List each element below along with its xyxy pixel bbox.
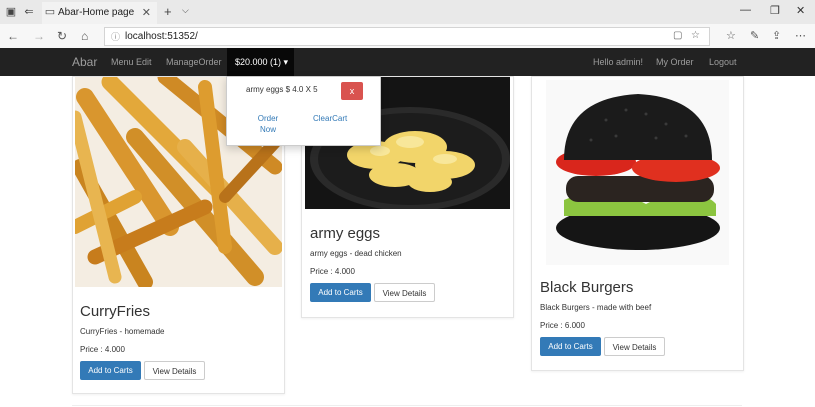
product-description: Black Burgers - made with beef xyxy=(540,303,652,312)
restore-icon[interactable]: ❐ xyxy=(770,4,780,17)
tab-preview-icon[interactable]: ▣ xyxy=(4,5,18,19)
product-price: Price : 4.000 xyxy=(80,345,125,354)
web-note-icon[interactable]: ✎ xyxy=(750,29,759,42)
favorite-star-icon[interactable]: ☆ xyxy=(691,30,700,41)
add-to-cart-button[interactable]: Add to Carts xyxy=(310,283,371,302)
view-details-button[interactable]: View Details xyxy=(604,337,665,356)
minimize-icon[interactable]: — xyxy=(740,4,751,16)
cart-total[interactable]: $20.000 (1) ▾ xyxy=(235,57,288,68)
home-icon[interactable]: ⌂ xyxy=(81,29,88,43)
cart-dropdown-toggle[interactable]: $20.000 (1) ▾ xyxy=(227,48,294,76)
hello-user[interactable]: Hello admin! xyxy=(593,57,643,67)
cart-item: army eggs $ 4.0 X 5 xyxy=(246,85,318,94)
url-text[interactable]: localhost:51352/ xyxy=(125,31,198,42)
product-title: army eggs xyxy=(310,225,381,242)
nav-manage-order[interactable]: ManageOrder xyxy=(166,57,222,67)
add-to-cart-button[interactable]: Add to Carts xyxy=(540,337,601,356)
more-icon[interactable]: ⋯ xyxy=(795,29,806,42)
forward-icon[interactable]: → xyxy=(33,29,45,43)
tab-close-icon[interactable]: ✕ xyxy=(142,6,151,19)
add-to-cart-button[interactable]: Add to Carts xyxy=(80,361,141,380)
nav-menu-edit[interactable]: Menu Edit xyxy=(111,57,152,67)
favorites-hub-icon[interactable]: ☆ xyxy=(726,29,736,42)
divider xyxy=(72,405,742,406)
view-details-button[interactable]: View Details xyxy=(144,361,205,380)
product-description: army eggs - dead chicken xyxy=(310,249,402,258)
reading-view-icon[interactable]: ▢ xyxy=(673,30,682,41)
nav-logout[interactable]: Logout xyxy=(709,57,737,67)
refresh-icon[interactable]: ↻ xyxy=(57,29,67,43)
product-description: CurryFries - homemade xyxy=(80,327,165,336)
product-card: Black Burgers Black Burgers - made with … xyxy=(531,76,744,371)
page-icon: ▭ xyxy=(44,6,56,18)
product-title: Black Burgers xyxy=(540,279,634,296)
address-bar: ← → ↻ ⌂ ⓘ localhost:51352/ ▢ ☆ ☆ ✎ ⇪ ⋯ xyxy=(0,24,815,49)
order-now-link[interactable]: Order Now xyxy=(253,113,283,135)
info-icon[interactable]: ⓘ xyxy=(111,30,120,43)
window-close-icon[interactable]: ✕ xyxy=(796,4,805,17)
remove-item-button[interactable]: x xyxy=(341,82,363,100)
browser-tab-bar: ▣ ⇐ ▭ Abar-Home page ✕ + ⌵ — ❐ ✕ xyxy=(0,0,815,24)
tab-back-icon[interactable]: ⇐ xyxy=(22,5,36,19)
nav-my-order[interactable]: My Order xyxy=(656,57,694,67)
new-tab-icon[interactable]: + xyxy=(164,4,172,19)
site-navbar: Abar Menu Edit ManageOrder $20.000 (1) ▾… xyxy=(0,48,815,76)
back-icon[interactable]: ← xyxy=(7,29,19,43)
product-price: Price : 4.000 xyxy=(310,267,355,276)
view-details-button[interactable]: View Details xyxy=(374,283,435,302)
product-title: CurryFries xyxy=(80,303,150,320)
cart-dropdown-menu: army eggs $ 4.0 X 5 x Order Now ClearCar… xyxy=(226,76,381,146)
brand-link[interactable]: Abar xyxy=(72,55,97,69)
tab-dropdown-icon[interactable]: ⌵ xyxy=(182,5,189,16)
url-field[interactable]: ⓘ localhost:51352/ ▢ ☆ xyxy=(104,27,710,46)
tab-title: Abar-Home page xyxy=(58,7,135,18)
clear-cart-link[interactable]: ClearCart xyxy=(313,113,347,124)
share-icon[interactable]: ⇪ xyxy=(772,29,781,42)
browser-tab[interactable]: ▭ Abar-Home page ✕ xyxy=(42,2,157,24)
black-burgers-image xyxy=(546,80,729,265)
product-price: Price : 6.000 xyxy=(540,321,585,330)
